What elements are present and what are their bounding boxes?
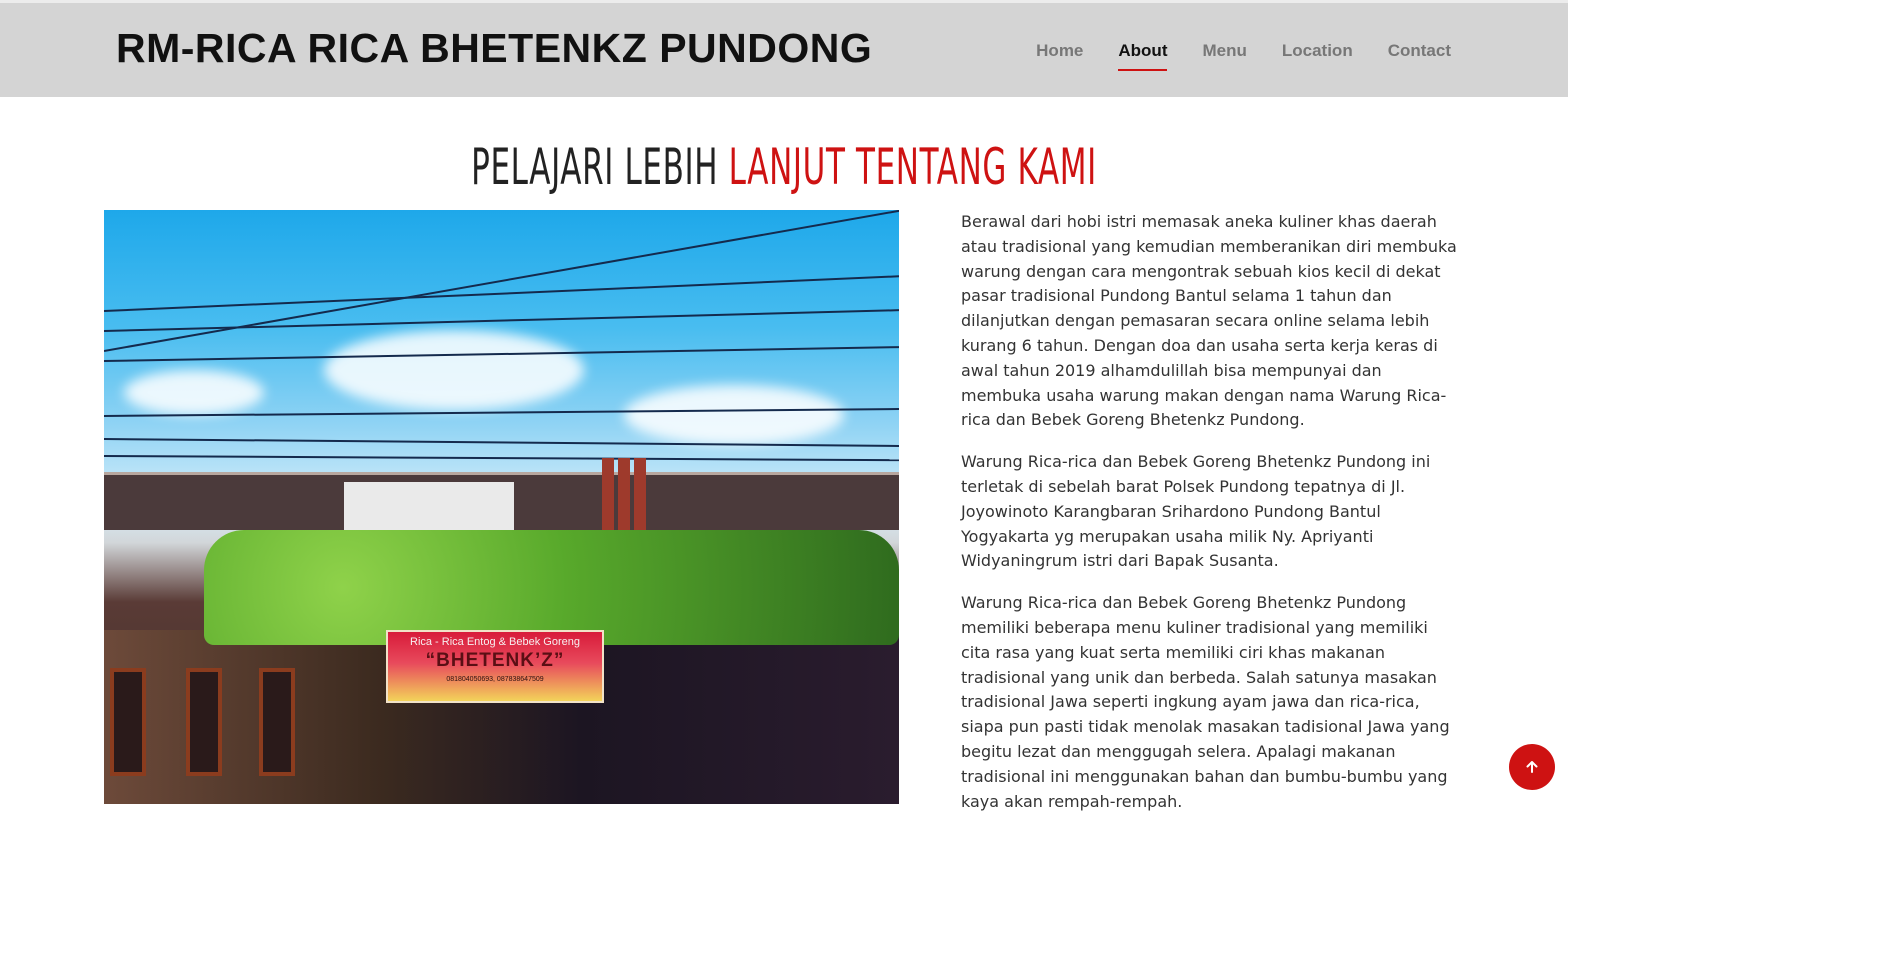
brand-logo-text[interactable]: RM-RICA RICA BHETENKZ PUNDONG	[116, 25, 872, 72]
arrow-up-icon	[1526, 761, 1538, 773]
sign-line-1: Rica - Rica Entog & Bebek Goreng	[410, 636, 580, 648]
about-text: Berawal dari hobi istri memasak aneka ku…	[961, 210, 1457, 831]
section-title-accent: LANJUT TENTANG KAMI	[728, 137, 1097, 196]
nav-home[interactable]: Home	[1036, 41, 1083, 71]
window-frame	[186, 668, 222, 776]
cloud-shape	[124, 370, 264, 415]
chimney	[618, 458, 630, 533]
chimney	[634, 458, 646, 533]
sign-line-2: “BHETENK’Z”	[425, 650, 565, 671]
main-nav: Home About Menu Location Contact	[1001, 41, 1451, 71]
restaurant-photo: Rica - Rica Entog & Bebek Goreng “BHETEN…	[104, 210, 899, 804]
cloud-shape	[324, 330, 584, 410]
section-title: PELAJARI LEBIH LANJUT TENTANG KAMI	[298, 138, 1270, 196]
nav-menu[interactable]: Menu	[1202, 41, 1246, 71]
chimney	[602, 458, 614, 533]
about-paragraph-3: Warung Rica-rica dan Bebek Goreng Bheten…	[961, 593, 1450, 811]
power-wire	[104, 309, 899, 332]
sign-line-3: 081804050693, 087838647509	[446, 676, 544, 683]
nav-about[interactable]: About	[1118, 41, 1168, 71]
shop-sign: Rica - Rica Entog & Bebek Goreng “BHETEN…	[386, 630, 604, 703]
green-vine-foliage	[204, 530, 899, 645]
window-frame	[110, 668, 146, 776]
window-frame	[259, 668, 295, 776]
back-to-top-button[interactable]	[1509, 744, 1555, 790]
nav-location[interactable]: Location	[1282, 41, 1353, 71]
top-navbar: RM-RICA RICA BHETENKZ PUNDONG Home About…	[0, 0, 1568, 97]
building-wall	[344, 482, 514, 532]
section-title-main: PELAJARI LEBIH	[471, 137, 729, 196]
nav-contact[interactable]: Contact	[1388, 41, 1451, 71]
about-paragraph-1: Berawal dari hobi istri memasak aneka ku…	[961, 212, 1457, 430]
cloud-shape	[624, 385, 844, 445]
about-paragraph-2: Warung Rica-rica dan Bebek Goreng Bheten…	[961, 452, 1431, 571]
power-wire	[104, 455, 899, 462]
